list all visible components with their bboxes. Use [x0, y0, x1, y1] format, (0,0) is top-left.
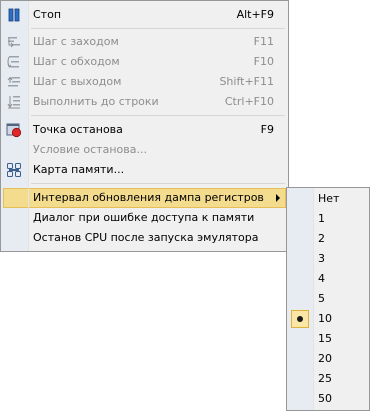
- submenu-item-label: 20: [318, 352, 332, 365]
- submenu-item-label: 25: [318, 372, 332, 385]
- menu-item-shortcut: F9: [260, 123, 274, 136]
- submenu-item-label: 10: [318, 312, 332, 325]
- submenu-item-label: 2: [318, 232, 325, 245]
- submenu-item-label: 1: [318, 212, 325, 225]
- submenu-item-50[interactable]: 50: [289, 389, 367, 409]
- breakpoint-icon: [6, 122, 22, 138]
- radio-selected-icon: [291, 310, 309, 328]
- menu-item-label: Стоп: [33, 8, 62, 21]
- menu-item-label: Карта памяти...: [33, 163, 125, 176]
- pause-icon: [6, 7, 22, 23]
- submenu-item-10[interactable]: 10: [289, 309, 367, 329]
- submenu-item-label: 4: [318, 272, 325, 285]
- submenu-item-15[interactable]: 15: [289, 329, 367, 349]
- submenu-item-label: Нет: [318, 192, 340, 205]
- menu-item-run-to-line[interactable]: Выполнить до строки Ctrl+F10: [3, 92, 286, 112]
- submenu-item-label: 3: [318, 252, 325, 265]
- menu-item-memory-map[interactable]: Карта памяти...: [3, 160, 286, 180]
- submenu-item-label: 5: [318, 292, 325, 305]
- menu-item-label: Условие останова...: [33, 143, 147, 156]
- menu-item-shortcut: Shift+F11: [219, 75, 274, 88]
- menu-item-shortcut: Ctrl+F10: [224, 95, 274, 108]
- submenu-item-2[interactable]: 2: [289, 229, 367, 249]
- submenu-item-20[interactable]: 20: [289, 349, 367, 369]
- menu-item-label: Останов CPU после запуска эмулятора: [33, 231, 259, 244]
- menu-separator: [31, 115, 285, 116]
- step-into-icon: [6, 34, 22, 50]
- menu-item-label: Шаг с заходом: [33, 35, 119, 48]
- register-dump-interval-submenu: Нет 1 2 3 4 5 10 15 20 25 50: [286, 187, 370, 411]
- menu-item-label: Интервал обновления дампа регистров: [33, 191, 264, 204]
- step-over-icon: [6, 54, 22, 70]
- menu-item-label: Точка останова: [33, 123, 123, 136]
- menu-item-break-condition[interactable]: Условие останова...: [3, 140, 286, 160]
- menu-item-shortcut: F11: [253, 35, 274, 48]
- menu-item-label: Шаг с обходом: [33, 55, 120, 68]
- submenu-item-3[interactable]: 3: [289, 249, 367, 269]
- menu-item-label: Диалог при ошибке доступа к памяти: [33, 211, 255, 224]
- memory-map-icon: [6, 162, 22, 178]
- menu-item-memory-error-dialog[interactable]: Диалог при ошибке доступа к памяти: [3, 208, 286, 228]
- run-to-line-icon: [6, 94, 22, 110]
- menu-item-label: Шаг с выходом: [33, 75, 122, 88]
- submenu-item-4[interactable]: 4: [289, 269, 367, 289]
- menu-item-stop[interactable]: Стоп Alt+F9: [3, 5, 286, 25]
- menu-item-label: Выполнить до строки: [33, 95, 159, 108]
- menu-item-step-over[interactable]: Шаг с обходом F10: [3, 52, 286, 72]
- menu-item-stop-cpu-after-start[interactable]: Останов CPU после запуска эмулятора: [3, 228, 286, 248]
- submenu-item-label: 50: [318, 392, 332, 405]
- step-out-icon: [6, 74, 22, 90]
- debug-context-menu: Стоп Alt+F9 Шаг с заходом F11 Шаг с обхо…: [0, 0, 289, 252]
- menu-item-breakpoint[interactable]: Точка останова F9: [3, 120, 286, 140]
- menu-separator: [31, 28, 285, 29]
- menu-item-shortcut: Alt+F9: [236, 8, 274, 21]
- menu-item-shortcut: F10: [253, 55, 274, 68]
- submenu-item-1[interactable]: 1: [289, 209, 367, 229]
- submenu-arrow-icon: [276, 194, 280, 202]
- submenu-item-label: 15: [318, 332, 332, 345]
- submenu-item-25[interactable]: 25: [289, 369, 367, 389]
- menu-item-step-out[interactable]: Шаг с выходом Shift+F11: [3, 72, 286, 92]
- submenu-item-5[interactable]: 5: [289, 289, 367, 309]
- submenu-item-none[interactable]: Нет: [289, 189, 367, 209]
- menu-item-step-into[interactable]: Шаг с заходом F11: [3, 32, 286, 52]
- menu-separator: [31, 183, 285, 184]
- menu-item-register-dump-interval[interactable]: Интервал обновления дампа регистров: [3, 188, 286, 208]
